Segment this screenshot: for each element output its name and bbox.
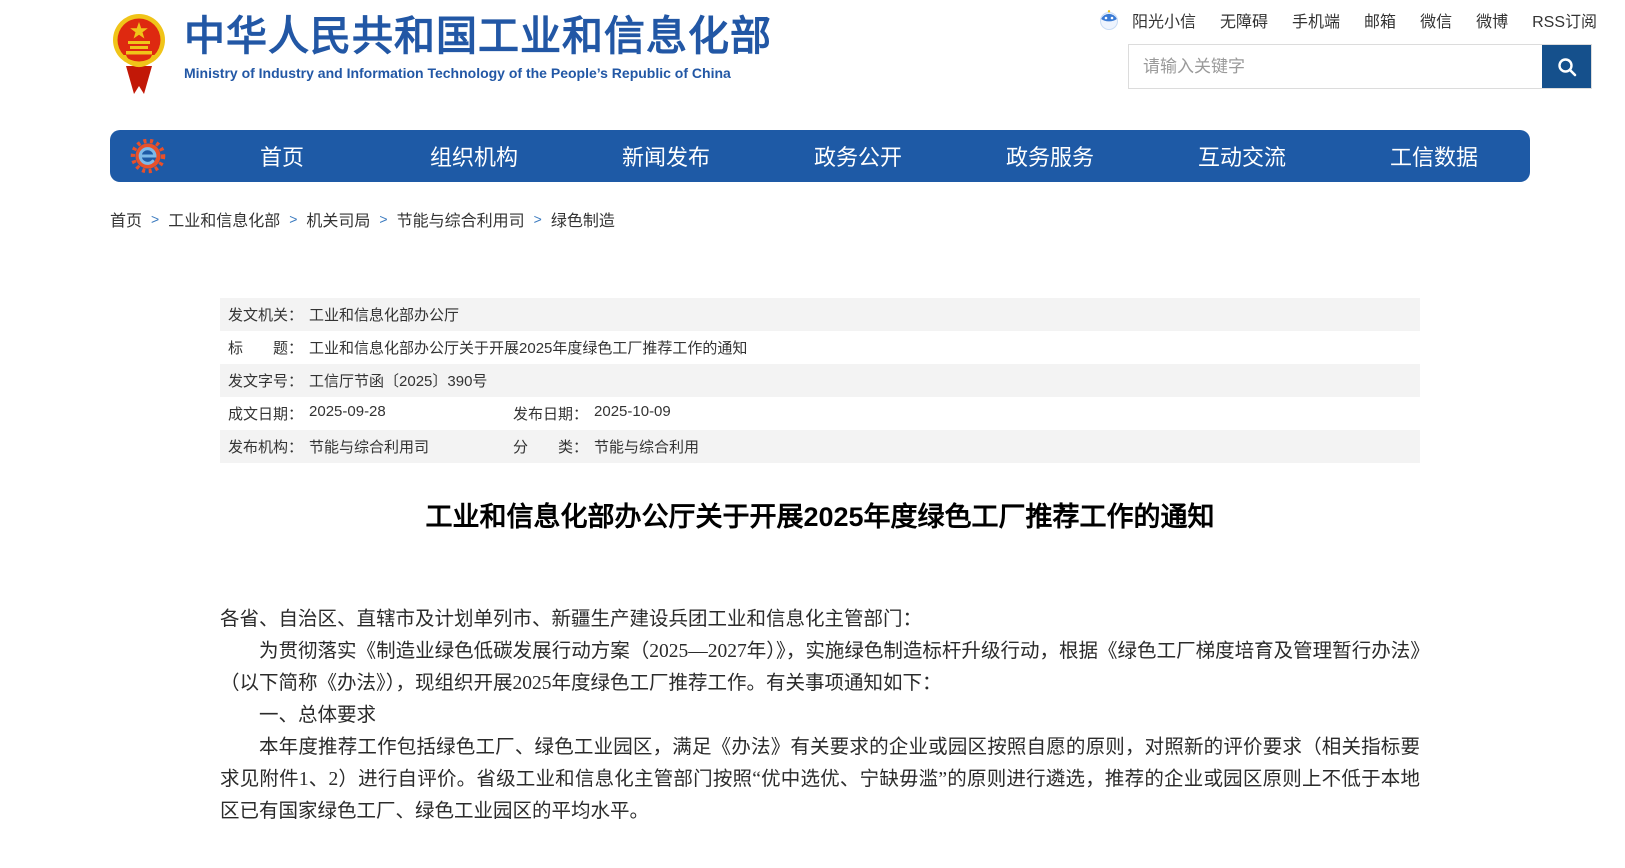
meta-value: 工业和信息化部办公厅关于开展2025年度绿色工厂推荐工作的通知 — [309, 337, 747, 358]
site-subtitle: Ministry of Industry and Information Tec… — [184, 65, 772, 81]
main-nav: 首页 组织机构 新闻发布 政务公开 政务服务 互动交流 工信数据 — [110, 130, 1530, 182]
nav-item-gov-disclosure[interactable]: 政务公开 — [762, 130, 954, 182]
search-input[interactable] — [1129, 45, 1542, 88]
search-icon — [1556, 56, 1578, 78]
quick-link-mobile[interactable]: 手机端 — [1292, 8, 1340, 32]
breadcrumb: 首页 > 工业和信息化部 > 机关司局 > 节能与综合利用司 > 绿色制造 — [110, 207, 615, 231]
quick-link-wechat[interactable]: 微信 — [1420, 8, 1452, 32]
site-title: 中华人民共和国工业和信息化部 — [184, 14, 772, 59]
meta-label: 标 题： — [228, 337, 303, 358]
breadcrumb-home[interactable]: 首页 — [110, 207, 142, 231]
breadcrumb-separator: > — [151, 211, 159, 227]
miit-gear-logo-icon[interactable] — [110, 137, 186, 175]
page: 中华人民共和国工业和信息化部 Ministry of Industry and … — [0, 0, 1625, 868]
meta-row-document-number: 发文字号： 工信厅节函〔2025〕390号 — [220, 364, 1420, 397]
nav-item-home[interactable]: 首页 — [186, 130, 378, 182]
document-meta-table: 发文机关： 工业和信息化部办公厅 标 题： 工业和信息化部办公厅关于开展2025… — [220, 298, 1420, 463]
meta-label: 发布机构： — [228, 436, 303, 457]
meta-row-dates: 成文日期： 2025-09-28 发布日期： 2025-10-09 — [220, 397, 1420, 430]
breadcrumb-miit[interactable]: 工业和信息化部 — [168, 207, 280, 231]
meta-value: 2025-09-28 — [309, 403, 386, 424]
breadcrumb-separator: > — [379, 211, 387, 227]
meta-label: 发文字号： — [228, 370, 303, 391]
quick-link-rss[interactable]: RSS订阅 — [1532, 8, 1597, 32]
meta-label: 成文日期： — [228, 403, 303, 424]
meta-label: 分 类： — [513, 436, 588, 457]
meta-value: 工信厅节函〔2025〕390号 — [309, 370, 487, 391]
search-box — [1128, 44, 1592, 89]
nav-item-news[interactable]: 新闻发布 — [570, 130, 762, 182]
nav-item-gov-services[interactable]: 政务服务 — [954, 130, 1146, 182]
breadcrumb-energy-dept[interactable]: 节能与综合利用司 — [397, 207, 525, 231]
meta-label: 发文机关： — [228, 304, 303, 325]
nav-item-organization[interactable]: 组织机构 — [378, 130, 570, 182]
breadcrumb-green-manufacturing[interactable]: 绿色制造 — [551, 207, 615, 231]
nav-item-miit-data[interactable]: 工信数据 — [1338, 130, 1530, 182]
quick-link-mail[interactable]: 邮箱 — [1364, 8, 1396, 32]
article-body: 各省、自治区、直辖市及计划单列市、新疆生产建设兵团工业和信息化主管部门： 为贯彻… — [220, 604, 1420, 862]
meta-value: 2025-10-09 — [594, 403, 671, 424]
header-quick-links: 阳光小信 无障碍 手机端 邮箱 微信 微博 RSS订阅 — [1098, 8, 1597, 32]
nav-items: 首页 组织机构 新闻发布 政务公开 政务服务 互动交流 工信数据 — [186, 130, 1530, 182]
meta-label: 发布日期： — [513, 403, 588, 424]
search-button[interactable] — [1542, 45, 1591, 88]
meta-value: 节能与综合利用司 — [309, 436, 429, 457]
site-brand[interactable]: 中华人民共和国工业和信息化部 Ministry of Industry and … — [112, 8, 772, 96]
meta-value: 节能与综合利用 — [594, 436, 699, 457]
breadcrumb-separator: > — [534, 211, 542, 227]
meta-row-publisher-category: 发布机构： 节能与综合利用司 分 类： 节能与综合利用 — [220, 430, 1420, 463]
article-paragraph-intro: 为贯彻落实《制造业绿色低碳发展行动方案（2025—2027年）》，实施绿色制造标… — [220, 636, 1420, 700]
breadcrumb-departments[interactable]: 机关司局 — [306, 207, 370, 231]
meta-row-issuing-agency: 发文机关： 工业和信息化部办公厅 — [220, 298, 1420, 331]
quick-link-accessibility[interactable]: 无障碍 — [1220, 8, 1268, 32]
article-paragraph-requirements: 本年度推荐工作包括绿色工厂、绿色工业园区，满足《办法》有关要求的企业或园区按照自… — [220, 732, 1420, 828]
article-section-heading: 一、总体要求 — [220, 700, 1420, 732]
quick-link-sunshine[interactable]: 阳光小信 — [1132, 8, 1196, 32]
breadcrumb-separator: > — [289, 211, 297, 227]
nav-item-interaction[interactable]: 互动交流 — [1146, 130, 1338, 182]
article-paragraph-addressee: 各省、自治区、直辖市及计划单列市、新疆生产建设兵团工业和信息化主管部门： — [220, 604, 1420, 636]
quick-link-weibo[interactable]: 微博 — [1476, 8, 1508, 32]
meta-value: 工业和信息化部办公厅 — [309, 304, 459, 325]
national-emblem-icon — [112, 8, 166, 96]
assistant-robot-icon[interactable] — [1098, 9, 1120, 31]
article-title: 工业和信息化部办公厅关于开展2025年度绿色工厂推荐工作的通知 — [220, 500, 1420, 535]
meta-row-title: 标 题： 工业和信息化部办公厅关于开展2025年度绿色工厂推荐工作的通知 — [220, 331, 1420, 364]
